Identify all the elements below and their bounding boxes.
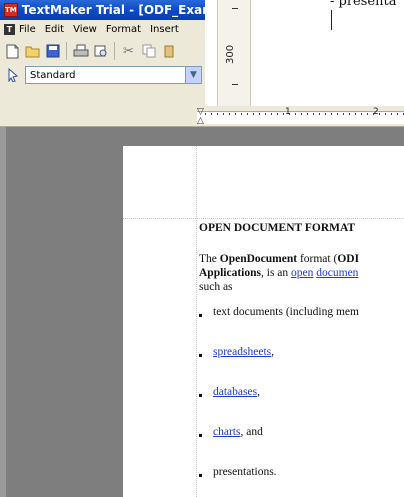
ruler-tick — [343, 113, 344, 115]
open-link[interactable]: open — [291, 267, 313, 279]
background-vertical-ruler: 300 — [217, 0, 251, 106]
toolbar-separator — [114, 42, 115, 60]
bullet-icon — [199, 434, 202, 437]
ruler-number-1: 1 — [285, 107, 291, 117]
menu-bar: T File Edit View Format Insert — [0, 20, 205, 38]
print-icon[interactable] — [72, 43, 89, 60]
document-heading: OPEN DOCUMENT FORMAT — [199, 222, 356, 234]
list-item: text documents (including mem — [213, 306, 359, 318]
paragraph-style-select[interactable]: Standard ▼ — [25, 66, 202, 84]
text-cursor — [331, 10, 332, 30]
standard-toolbar: ✂ — [0, 38, 205, 64]
cut-icon[interactable]: ✂ — [120, 43, 137, 60]
ruler-tick — [301, 113, 302, 115]
document-system-icon[interactable]: T — [4, 23, 15, 35]
window-title: TextMaker Trial - [ODF_Exam — [21, 3, 205, 17]
ruler-tick — [367, 113, 368, 115]
app-logo-icon: TM — [4, 3, 18, 17]
ruler-tick — [355, 113, 356, 115]
menu-insert[interactable]: Insert — [150, 24, 179, 35]
save-icon[interactable] — [44, 43, 61, 60]
ruler-tick — [223, 113, 224, 115]
ruler-tick — [307, 113, 308, 115]
document-link[interactable]: documen — [316, 267, 358, 279]
paragraph-style-value: Standard — [30, 69, 76, 81]
ruler-tick — [295, 113, 296, 115]
ruler-tick — [337, 113, 338, 115]
menu-format[interactable]: Format — [106, 24, 141, 35]
textmaker-window: TM TextMaker Trial - [ODF_Exam T File Ed… — [0, 0, 205, 106]
print-preview-icon[interactable] — [92, 43, 109, 60]
chevron-down-icon[interactable]: ▼ — [185, 67, 201, 83]
bullet-icon — [199, 394, 202, 397]
ruler-tick — [229, 113, 230, 115]
ruler-tick — [385, 113, 386, 115]
ruler-tick — [247, 113, 248, 115]
bullet-icon — [199, 474, 202, 477]
paste-icon[interactable] — [160, 43, 177, 60]
spreadsheets-link[interactable]: spreadsheets — [213, 346, 271, 358]
format-toolbar: Standard ▼ — [0, 64, 205, 86]
pointer-tool-icon[interactable] — [4, 66, 22, 84]
bullet-icon — [199, 314, 202, 317]
paragraph-line-3: such as — [199, 281, 233, 293]
document-page[interactable] — [123, 146, 404, 497]
ruler-tick — [373, 113, 374, 115]
menu-view[interactable]: View — [73, 24, 97, 35]
ruler-tick — [211, 113, 212, 115]
ruler-tick — [217, 113, 218, 115]
ruler-tick — [391, 113, 392, 115]
ruler-tick — [235, 113, 236, 115]
margin-guide-vertical — [196, 146, 197, 497]
ruler-tick — [289, 113, 290, 115]
copy-icon[interactable] — [140, 43, 157, 60]
horizontal-ruler[interactable]: ▽ △ 1 2 — [0, 107, 404, 127]
list-item: charts, and — [213, 426, 263, 438]
ruler-tick — [253, 113, 254, 115]
ruler-tick — [241, 113, 242, 115]
databases-link[interactable]: databases — [213, 386, 257, 398]
paragraph-line-2: Applications, is an open documen — [199, 267, 359, 279]
ruler-tick — [349, 113, 350, 115]
bullet-icon — [199, 354, 202, 357]
ruler-tick — [397, 113, 398, 115]
ruler-tick — [319, 113, 320, 115]
toolbar-separator — [66, 42, 67, 60]
paragraph-line-1: The OpenDocument format (ODI — [199, 253, 360, 265]
ruler-tick — [379, 113, 380, 115]
ruler-tick — [325, 113, 326, 115]
menu-edit[interactable]: Edit — [45, 24, 64, 35]
ruler-tick — [277, 113, 278, 115]
list-item: spreadsheets, — [213, 346, 274, 358]
ruler-tick — [313, 113, 314, 115]
ruler-tick — [259, 113, 260, 115]
ruler-tick — [331, 113, 332, 115]
odf-text: ODI — [337, 253, 360, 265]
new-document-icon[interactable] — [4, 43, 21, 60]
ruler-tick — [283, 113, 284, 115]
opendocument-text: OpenDocument — [219, 253, 298, 265]
margin-guide-horizontal — [123, 218, 404, 219]
indent-marker-icon[interactable]: ▽ △ — [197, 108, 205, 126]
ruler-number-2: 2 — [373, 107, 379, 117]
list-item: databases, — [213, 386, 260, 398]
background-document-text: - presenta — [330, 0, 397, 9]
open-folder-icon[interactable] — [24, 43, 41, 60]
ruler-tick — [271, 113, 272, 115]
ruler-tick — [361, 113, 362, 115]
title-bar[interactable]: TM TextMaker Trial - [ODF_Exam — [0, 0, 205, 20]
charts-link[interactable]: charts — [213, 426, 240, 438]
menu-file[interactable]: File — [19, 24, 36, 35]
list-item: presentations. — [213, 466, 277, 478]
ruler-tick — [205, 113, 206, 115]
ruler-tick — [265, 113, 266, 115]
ruler-number-300: 300 — [225, 44, 236, 64]
applications-text: Applications — [199, 267, 261, 279]
